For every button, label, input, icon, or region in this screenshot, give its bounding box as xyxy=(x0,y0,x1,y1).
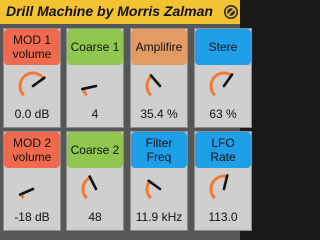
knob-value-arc xyxy=(145,74,153,97)
macro-label-line: Freq xyxy=(146,150,172,164)
macro-label-line: Coarse 2 xyxy=(70,143,120,157)
knob-value-arc xyxy=(18,71,45,97)
knob-pointer xyxy=(81,84,98,91)
hot-swap-icon[interactable] xyxy=(223,4,239,20)
macro-value: 4 xyxy=(91,107,99,121)
macro-label[interactable]: Filter Freq xyxy=(131,132,187,168)
knob-dial[interactable] xyxy=(143,172,177,206)
knob-dial[interactable] xyxy=(79,69,113,103)
knob-dial[interactable] xyxy=(143,69,177,103)
knob-pointer xyxy=(222,73,234,88)
macro-label-line: volume xyxy=(12,47,52,61)
knob-pointer xyxy=(18,187,35,196)
device-title-bar[interactable]: Drill Machine by Morris Zalman xyxy=(0,0,240,25)
macro-value: 35.4 % xyxy=(140,107,178,121)
knob-dial[interactable] xyxy=(16,69,50,103)
macro-cell-mod-2-volume: MOD 2 volume -18 dB xyxy=(3,131,61,231)
macro-cell-filter-freq: Filter Freq 11.9 kHz xyxy=(130,131,188,231)
knob-value-arc xyxy=(81,176,91,200)
macro-cell-lfo-rate: LFO Rate 113.0 xyxy=(194,131,252,231)
macro-cell-coarse-2: Coarse 2 48 xyxy=(66,131,124,231)
knob-dial[interactable] xyxy=(79,172,113,206)
macro-label[interactable]: Stere xyxy=(195,29,251,65)
macro-cell-coarse-1: Coarse 1 4 xyxy=(66,28,124,128)
knob-pointer xyxy=(147,179,162,191)
macro-value: 113.0 xyxy=(208,210,238,224)
knob-value-arc xyxy=(209,71,233,97)
macro-label[interactable]: LFO Rate xyxy=(195,132,251,168)
macro-label-line: MOD 2 xyxy=(12,136,51,150)
macro-label-line: Filter xyxy=(145,136,173,150)
macro-label[interactable]: Amplifire xyxy=(131,29,187,65)
macro-label-line: Amplifire xyxy=(135,40,183,54)
macro-value: -18 dB xyxy=(14,210,50,224)
macro-label-line: Stere xyxy=(208,40,238,54)
macro-value: 63 % xyxy=(209,107,237,121)
macro-label[interactable]: MOD 1 volume xyxy=(4,29,60,65)
macro-label[interactable]: Coarse 2 xyxy=(67,132,123,168)
knob-dial[interactable] xyxy=(207,69,241,103)
device-title: Drill Machine by Morris Zalman xyxy=(6,3,213,19)
macro-cell-amplifire: Amplifire 35.4 % xyxy=(130,28,188,128)
macro-value: 0.0 dB xyxy=(14,107,50,121)
macro-panel: MOD 1 volume 0.0 dB Coarse 1 4 Amplifire 35.4 … xyxy=(0,24,252,240)
knob-dial[interactable] xyxy=(16,172,50,206)
knob-dial[interactable] xyxy=(207,172,241,206)
knob-pointer xyxy=(149,74,162,88)
knob-pointer xyxy=(31,76,46,88)
knob-pointer xyxy=(88,175,98,191)
macro-label[interactable]: MOD 2 volume xyxy=(4,132,60,168)
macro-label[interactable]: Coarse 1 xyxy=(67,29,123,65)
macro-label-line: MOD 1 xyxy=(12,33,51,47)
macro-label-line: Rate xyxy=(210,150,236,164)
macro-value: 48 xyxy=(88,210,102,224)
knob-value-arc xyxy=(145,180,152,200)
macro-cell-mod-1-volume: MOD 1 volume 0.0 dB xyxy=(3,28,61,128)
macro-label-line: LFO xyxy=(211,136,235,150)
macro-label-line: volume xyxy=(12,150,52,164)
macro-value: 11.9 kHz xyxy=(135,210,183,224)
macro-label-line: Coarse 1 xyxy=(70,40,120,54)
macro-cell-stere: Stere 63 % xyxy=(194,28,252,128)
